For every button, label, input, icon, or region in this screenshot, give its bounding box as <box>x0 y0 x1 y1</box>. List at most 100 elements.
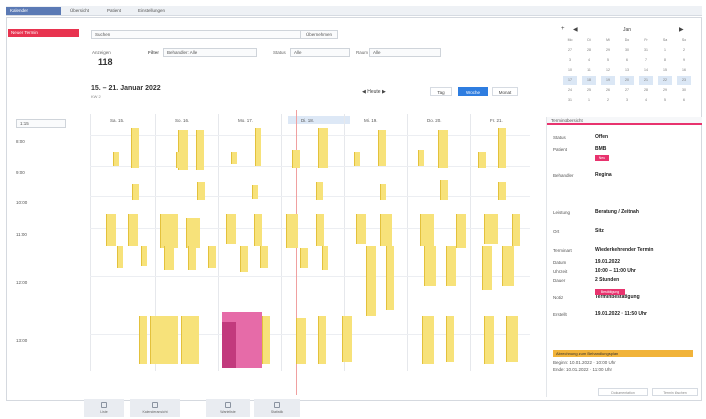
appointment-block[interactable] <box>354 152 360 166</box>
delete-appointment-button[interactable]: Termin löschen <box>652 388 698 396</box>
appointment-block[interactable] <box>484 316 494 364</box>
mini-calendar-month[interactable]: Jan <box>623 27 631 33</box>
appointment-block[interactable] <box>380 184 386 200</box>
appointment-block[interactable] <box>318 316 326 364</box>
appointment-block[interactable] <box>197 182 205 200</box>
appointment-block[interactable] <box>300 248 308 268</box>
appointment-block[interactable] <box>512 214 520 246</box>
mini-calendar-day[interactable]: 6 <box>620 56 634 65</box>
appointment-block[interactable] <box>478 152 486 168</box>
appointment-block[interactable] <box>502 246 514 286</box>
appointment-block[interactable] <box>316 214 324 246</box>
view-month-button[interactable]: Monat <box>492 87 518 96</box>
search-input[interactable]: Suchen <box>91 30 301 39</box>
mini-calendar-day[interactable]: 24 <box>563 86 577 95</box>
dock-calendar-button[interactable]: Kalenderansicht <box>130 399 180 417</box>
mini-calendar-day[interactable]: 16 <box>677 66 691 75</box>
appointment-block[interactable] <box>366 246 376 316</box>
appointment-block[interactable] <box>498 182 506 200</box>
appointment-block[interactable] <box>176 152 182 168</box>
mini-calendar-day[interactable]: 19 <box>601 76 615 85</box>
dock-stats-button[interactable]: Statistik <box>254 399 300 417</box>
mini-calendar-day[interactable]: 2 <box>601 96 615 105</box>
mini-calendar-day[interactable]: 2 <box>677 46 691 55</box>
appointment-block[interactable] <box>386 246 394 310</box>
appointment-block[interactable] <box>260 246 268 268</box>
appointment-block[interactable] <box>484 214 498 244</box>
mini-calendar-day[interactable]: 10 <box>563 66 577 75</box>
mini-calendar-day[interactable]: 14 <box>639 66 653 75</box>
mini-calendar-day[interactable]: 20 <box>620 76 634 85</box>
documentation-button[interactable]: Dokumentation <box>598 388 648 396</box>
appointment-block[interactable] <box>132 184 139 200</box>
appointment-block[interactable] <box>231 152 237 164</box>
mini-calendar-day[interactable]: 12 <box>601 66 615 75</box>
mini-calendar-day[interactable]: 25 <box>582 86 596 95</box>
mini-calendar-day[interactable]: 27 <box>620 86 634 95</box>
mini-calendar-day[interactable]: 31 <box>639 46 653 55</box>
appointment-block[interactable] <box>380 214 392 246</box>
appointment-block[interactable] <box>438 130 448 168</box>
appointment-block[interactable] <box>131 128 139 168</box>
appointment-block[interactable] <box>424 246 436 286</box>
appointment-block[interactable] <box>482 246 492 290</box>
confirmation-badge[interactable]: Bestätigung <box>595 289 625 295</box>
tab-patient[interactable]: Patient <box>103 7 131 15</box>
appointment-block[interactable] <box>196 130 204 170</box>
mini-calendar-day[interactable]: 22 <box>658 76 672 85</box>
appointment-block[interactable] <box>292 150 300 168</box>
appointment-block[interactable] <box>188 246 196 270</box>
mini-calendar-day[interactable]: 17 <box>563 76 577 85</box>
appointment-block[interactable] <box>322 246 328 270</box>
chevron-right-icon[interactable]: ▶ <box>679 26 684 33</box>
mini-calendar-day[interactable]: 30 <box>677 86 691 95</box>
appointment-block[interactable] <box>420 214 434 246</box>
mini-calendar-day[interactable]: 3 <box>620 96 634 105</box>
mini-calendar-day[interactable]: 4 <box>582 56 596 65</box>
appointment-block[interactable] <box>456 214 466 248</box>
appointment-block[interactable] <box>240 246 248 272</box>
view-week-button[interactable]: Woche <box>458 87 488 96</box>
mini-calendar-day[interactable]: 1 <box>582 96 596 105</box>
new-appointment-button[interactable]: Neuer Termin <box>8 29 79 37</box>
mini-calendar-day[interactable]: 21 <box>639 76 653 85</box>
tab-kalender[interactable]: Kalender <box>6 7 61 15</box>
dock-waitlist-button[interactable]: Warteliste <box>206 399 250 417</box>
appointment-block[interactable] <box>378 130 386 166</box>
appointment-block[interactable] <box>117 246 123 268</box>
appointment-block[interactable] <box>286 214 298 248</box>
appointment-block[interactable] <box>446 246 456 286</box>
appointment-block[interactable] <box>226 214 236 244</box>
mini-calendar-day[interactable]: 6 <box>677 96 691 105</box>
appointment-block[interactable] <box>418 150 424 166</box>
dock-list-button[interactable]: Liste <box>84 399 124 417</box>
apply-filter-button[interactable]: Übernehmen <box>300 30 338 39</box>
mini-calendar-day[interactable]: 5 <box>601 56 615 65</box>
appointment-block[interactable] <box>164 246 174 270</box>
appointment-block[interactable] <box>139 316 147 364</box>
room-select[interactable]: Alle <box>369 48 441 57</box>
appointment-block[interactable] <box>440 180 448 200</box>
mini-calendar-day[interactable]: 5 <box>658 96 672 105</box>
mini-calendar-day[interactable]: 15 <box>658 66 672 75</box>
mini-calendar-day[interactable]: 1 <box>658 46 672 55</box>
mini-calendar-day[interactable]: 30 <box>620 46 634 55</box>
appointment-block[interactable] <box>318 128 328 168</box>
mini-calendar-day[interactable]: 29 <box>658 86 672 95</box>
view-day-button[interactable]: Tag <box>430 87 452 96</box>
appointment-block[interactable] <box>254 214 262 246</box>
appointment-block[interactable] <box>262 316 270 364</box>
mini-calendar-day[interactable]: 13 <box>620 66 634 75</box>
appointment-block[interactable] <box>160 214 178 248</box>
mini-calendar-day[interactable]: 18 <box>582 76 596 85</box>
appointment-block[interactable] <box>255 128 261 166</box>
chevron-left-icon[interactable]: ◀ <box>573 26 578 33</box>
appointment-block[interactable] <box>422 316 434 364</box>
mini-calendar-day[interactable]: 4 <box>639 96 653 105</box>
mini-calendar-day[interactable]: 28 <box>639 86 653 95</box>
billing-note[interactable]: Abrechnung zum Behandlungsplan <box>553 350 693 357</box>
mini-calendar-day[interactable]: 27 <box>563 46 577 55</box>
appointment-block[interactable] <box>506 316 518 362</box>
tab-uebersicht[interactable]: Übersicht <box>66 7 100 15</box>
mini-calendar-day[interactable]: 11 <box>582 66 596 75</box>
